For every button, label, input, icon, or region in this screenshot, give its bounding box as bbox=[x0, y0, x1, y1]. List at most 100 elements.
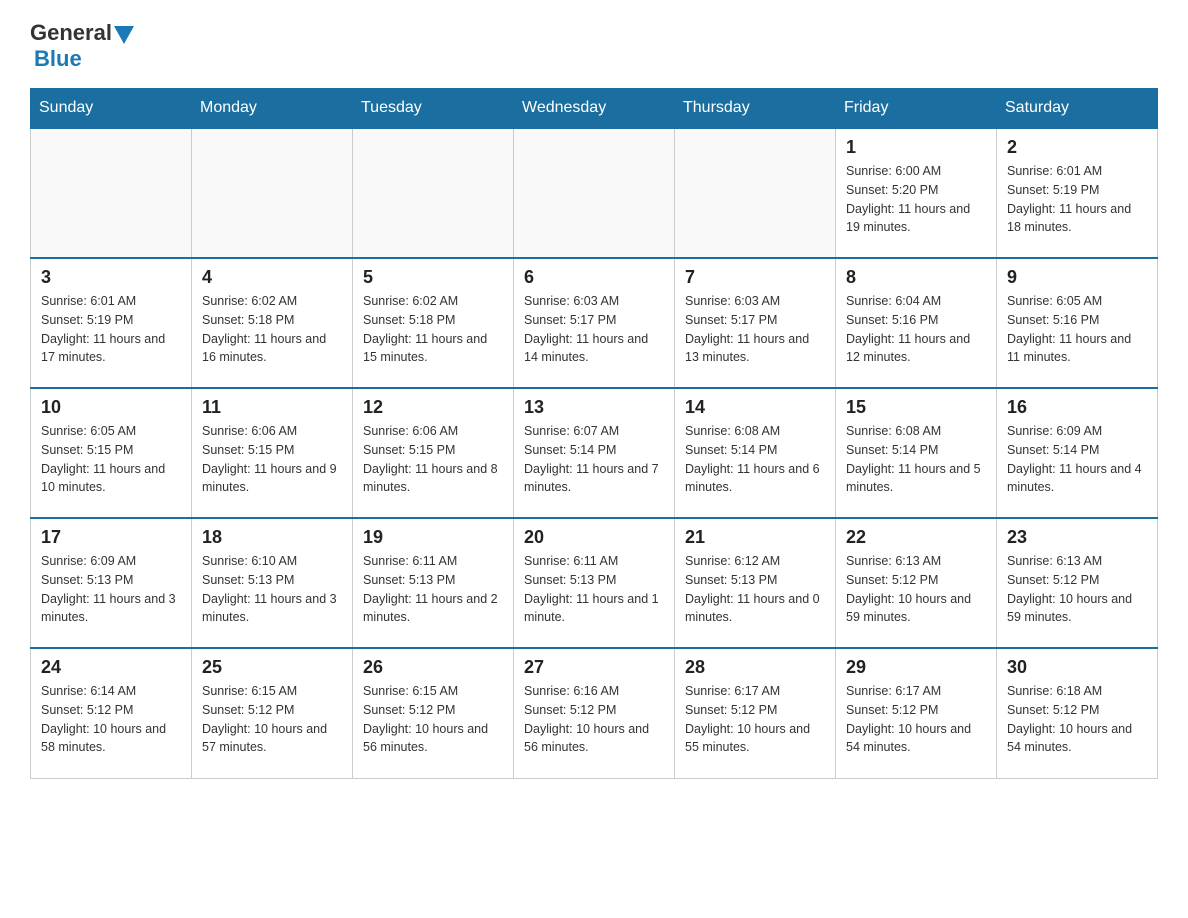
day-number: 3 bbox=[41, 267, 181, 288]
calendar-cell: 14 Sunrise: 6:08 AMSunset: 5:14 PMDayligh… bbox=[675, 388, 836, 518]
day-info: Sunrise: 6:12 AMSunset: 5:13 PMDaylight:… bbox=[685, 552, 825, 627]
day-info: Sunrise: 6:05 AMSunset: 5:15 PMDaylight:… bbox=[41, 422, 181, 497]
day-info: Sunrise: 6:03 AMSunset: 5:17 PMDaylight:… bbox=[685, 292, 825, 367]
calendar-cell: 12 Sunrise: 6:06 AMSunset: 5:15 PMDayligh… bbox=[353, 388, 514, 518]
day-info: Sunrise: 6:01 AMSunset: 5:19 PMDaylight:… bbox=[41, 292, 181, 367]
header-cell-tuesday: Tuesday bbox=[353, 89, 514, 129]
calendar-cell: 29 Sunrise: 6:17 AMSunset: 5:12 PMDayligh… bbox=[836, 648, 997, 778]
calendar-week-3: 10 Sunrise: 6:05 AMSunset: 5:15 PMDayligh… bbox=[31, 388, 1158, 518]
calendar-cell: 5Sunrise: 6:02 AMSunset: 5:18 PMDaylight… bbox=[353, 258, 514, 388]
header-cell-sunday: Sunday bbox=[31, 89, 192, 129]
logo-text: General bbox=[30, 20, 136, 46]
calendar-cell: 4 Sunrise: 6:02 AMSunset: 5:18 PMDaylight… bbox=[192, 258, 353, 388]
calendar-cell: 23 Sunrise: 6:13 AMSunset: 5:12 PMDayligh… bbox=[997, 518, 1158, 648]
day-number: 15 bbox=[846, 397, 986, 418]
calendar-cell: 7 Sunrise: 6:03 AMSunset: 5:17 PMDaylight… bbox=[675, 258, 836, 388]
day-info: Sunrise: 6:03 AMSunset: 5:17 PMDaylight:… bbox=[524, 292, 664, 367]
day-number: 10 bbox=[41, 397, 181, 418]
day-number: 8 bbox=[846, 267, 986, 288]
day-number: 19 bbox=[363, 527, 503, 548]
calendar-body: 1 Sunrise: 6:00 AMSunset: 5:20 PMDaylight… bbox=[31, 128, 1158, 778]
calendar-cell: 30 Sunrise: 6:18 AMSunset: 5:12 PMDayligh… bbox=[997, 648, 1158, 778]
day-number: 5 bbox=[363, 267, 503, 288]
day-number: 22 bbox=[846, 527, 986, 548]
calendar-cell bbox=[675, 128, 836, 258]
calendar-cell: 28Sunrise: 6:17 AMSunset: 5:12 PMDayligh… bbox=[675, 648, 836, 778]
calendar-week-4: 17 Sunrise: 6:09 AMSunset: 5:13 PMDayligh… bbox=[31, 518, 1158, 648]
day-info: Sunrise: 6:02 AMSunset: 5:18 PMDaylight:… bbox=[202, 292, 342, 367]
calendar-cell: 22 Sunrise: 6:13 AMSunset: 5:12 PMDayligh… bbox=[836, 518, 997, 648]
day-info: Sunrise: 6:18 AMSunset: 5:12 PMDaylight:… bbox=[1007, 682, 1147, 757]
day-info: Sunrise: 6:15 AMSunset: 5:12 PMDaylight:… bbox=[363, 682, 503, 757]
day-number: 20 bbox=[524, 527, 664, 548]
calendar-cell: 11 Sunrise: 6:06 AMSunset: 5:15 PMDayligh… bbox=[192, 388, 353, 518]
header-cell-monday: Monday bbox=[192, 89, 353, 129]
calendar-cell: 13 Sunrise: 6:07 AMSunset: 5:14 PMDayligh… bbox=[514, 388, 675, 518]
day-info: Sunrise: 6:06 AMSunset: 5:15 PMDaylight:… bbox=[202, 422, 342, 497]
day-info: Sunrise: 6:09 AMSunset: 5:13 PMDaylight:… bbox=[41, 552, 181, 627]
day-number: 23 bbox=[1007, 527, 1147, 548]
day-number: 24 bbox=[41, 657, 181, 678]
day-info: Sunrise: 6:14 AMSunset: 5:12 PMDaylight:… bbox=[41, 682, 181, 757]
calendar-table: SundayMondayTuesdayWednesdayThursdayFrid… bbox=[30, 88, 1158, 779]
calendar-cell: 18Sunrise: 6:10 AMSunset: 5:13 PMDayligh… bbox=[192, 518, 353, 648]
day-info: Sunrise: 6:08 AMSunset: 5:14 PMDaylight:… bbox=[685, 422, 825, 497]
day-info: Sunrise: 6:13 AMSunset: 5:12 PMDaylight:… bbox=[1007, 552, 1147, 627]
day-number: 14 bbox=[685, 397, 825, 418]
calendar-cell: 24 Sunrise: 6:14 AMSunset: 5:12 PMDayligh… bbox=[31, 648, 192, 778]
calendar-cell bbox=[353, 128, 514, 258]
day-number: 12 bbox=[363, 397, 503, 418]
day-info: Sunrise: 6:15 AMSunset: 5:12 PMDaylight:… bbox=[202, 682, 342, 757]
calendar-cell: 6 Sunrise: 6:03 AMSunset: 5:17 PMDaylight… bbox=[514, 258, 675, 388]
day-number: 21 bbox=[685, 527, 825, 548]
day-info: Sunrise: 6:17 AMSunset: 5:12 PMDaylight:… bbox=[846, 682, 986, 757]
day-info: Sunrise: 6:09 AMSunset: 5:14 PMDaylight:… bbox=[1007, 422, 1147, 497]
day-number: 25 bbox=[202, 657, 342, 678]
calendar-cell: 3 Sunrise: 6:01 AMSunset: 5:19 PMDaylight… bbox=[31, 258, 192, 388]
day-info: Sunrise: 6:06 AMSunset: 5:15 PMDaylight:… bbox=[363, 422, 503, 497]
day-info: Sunrise: 6:04 AMSunset: 5:16 PMDaylight:… bbox=[846, 292, 986, 367]
logo-blue-text: Blue bbox=[34, 46, 82, 72]
day-number: 1 bbox=[846, 137, 986, 158]
calendar-cell: 10 Sunrise: 6:05 AMSunset: 5:15 PMDayligh… bbox=[31, 388, 192, 518]
day-number: 17 bbox=[41, 527, 181, 548]
day-info: Sunrise: 6:13 AMSunset: 5:12 PMDaylight:… bbox=[846, 552, 986, 627]
calendar-cell: 8 Sunrise: 6:04 AMSunset: 5:16 PMDaylight… bbox=[836, 258, 997, 388]
calendar-cell: 16 Sunrise: 6:09 AMSunset: 5:14 PMDayligh… bbox=[997, 388, 1158, 518]
header-cell-thursday: Thursday bbox=[675, 89, 836, 129]
header-cell-saturday: Saturday bbox=[997, 89, 1158, 129]
calendar-cell bbox=[31, 128, 192, 258]
calendar-header: SundayMondayTuesdayWednesdayThursdayFrid… bbox=[31, 89, 1158, 129]
calendar-cell: 17 Sunrise: 6:09 AMSunset: 5:13 PMDayligh… bbox=[31, 518, 192, 648]
day-number: 28 bbox=[685, 657, 825, 678]
day-number: 9 bbox=[1007, 267, 1147, 288]
day-number: 7 bbox=[685, 267, 825, 288]
day-info: Sunrise: 6:07 AMSunset: 5:14 PMDaylight:… bbox=[524, 422, 664, 497]
calendar-week-1: 1 Sunrise: 6:00 AMSunset: 5:20 PMDaylight… bbox=[31, 128, 1158, 258]
day-number: 11 bbox=[202, 397, 342, 418]
logo-triangle-icon bbox=[114, 26, 134, 44]
day-number: 4 bbox=[202, 267, 342, 288]
calendar-cell: 9 Sunrise: 6:05 AMSunset: 5:16 PMDaylight… bbox=[997, 258, 1158, 388]
calendar-cell: 15 Sunrise: 6:08 AMSunset: 5:14 PMDayligh… bbox=[836, 388, 997, 518]
calendar-cell: 2 Sunrise: 6:01 AMSunset: 5:19 PMDaylight… bbox=[997, 128, 1158, 258]
calendar-cell: 20 Sunrise: 6:11 AMSunset: 5:13 PMDayligh… bbox=[514, 518, 675, 648]
day-info: Sunrise: 6:16 AMSunset: 5:12 PMDaylight:… bbox=[524, 682, 664, 757]
calendar-cell: 26Sunrise: 6:15 AMSunset: 5:12 PMDayligh… bbox=[353, 648, 514, 778]
day-number: 6 bbox=[524, 267, 664, 288]
day-info: Sunrise: 6:00 AMSunset: 5:20 PMDaylight:… bbox=[846, 162, 986, 237]
calendar-week-2: 3 Sunrise: 6:01 AMSunset: 5:19 PMDaylight… bbox=[31, 258, 1158, 388]
day-number: 13 bbox=[524, 397, 664, 418]
day-info: Sunrise: 6:05 AMSunset: 5:16 PMDaylight:… bbox=[1007, 292, 1147, 367]
day-info: Sunrise: 6:08 AMSunset: 5:14 PMDaylight:… bbox=[846, 422, 986, 497]
day-number: 30 bbox=[1007, 657, 1147, 678]
calendar-week-5: 24 Sunrise: 6:14 AMSunset: 5:12 PMDayligh… bbox=[31, 648, 1158, 778]
day-number: 29 bbox=[846, 657, 986, 678]
day-info: Sunrise: 6:01 AMSunset: 5:19 PMDaylight:… bbox=[1007, 162, 1147, 237]
day-number: 2 bbox=[1007, 137, 1147, 158]
day-info: Sunrise: 6:11 AMSunset: 5:13 PMDaylight:… bbox=[363, 552, 503, 627]
day-info: Sunrise: 6:11 AMSunset: 5:13 PMDaylight:… bbox=[524, 552, 664, 627]
day-info: Sunrise: 6:10 AMSunset: 5:13 PMDaylight:… bbox=[202, 552, 342, 627]
page-header: General Blue bbox=[30, 20, 1158, 72]
day-number: 16 bbox=[1007, 397, 1147, 418]
